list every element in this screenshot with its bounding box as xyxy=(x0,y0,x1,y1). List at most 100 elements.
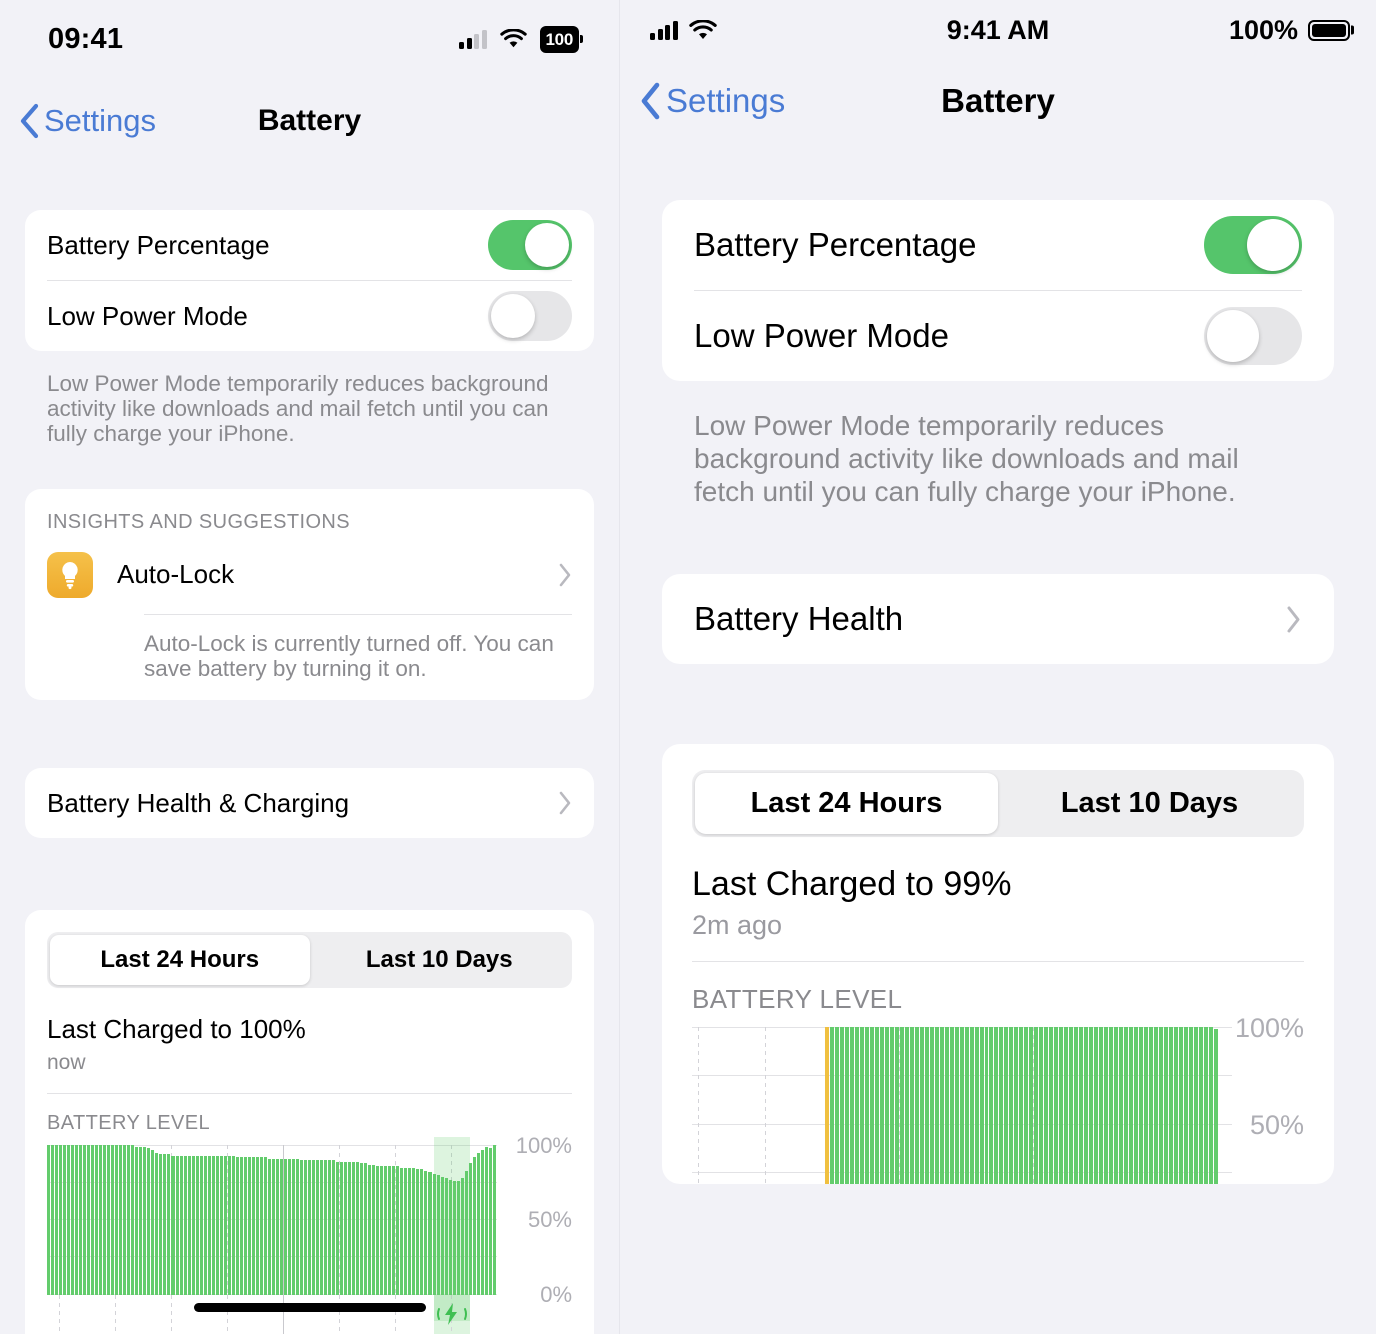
battery-percentage-toggle[interactable] xyxy=(488,220,572,270)
battery-level-bar xyxy=(914,1027,919,1185)
battery-percentage-toggle[interactable] xyxy=(1204,216,1302,274)
battery-level-bar xyxy=(1153,1027,1158,1185)
battery-level-bar xyxy=(267,1158,271,1296)
battery-level-bar xyxy=(1134,1027,1139,1185)
battery-level-bar xyxy=(874,1027,879,1185)
battery-level-bar xyxy=(227,1155,231,1296)
battery-level-bar xyxy=(1144,1027,1148,1185)
battery-level-bar xyxy=(231,1155,235,1296)
battery-level-bar xyxy=(344,1161,348,1296)
back-button[interactable]: Settings xyxy=(638,80,785,122)
battery-level-bar xyxy=(488,1148,492,1296)
right-nav-bar: Settings Battery xyxy=(620,60,1376,142)
battery-level-bar xyxy=(1213,1029,1218,1185)
ytick-100: 100% xyxy=(515,1133,572,1159)
battery-level-bar xyxy=(392,1166,396,1296)
battery-level-bar xyxy=(123,1145,127,1296)
battery-level-bar xyxy=(356,1161,360,1296)
low-power-footnote: Low Power Mode temporarily reduces backg… xyxy=(694,410,1239,508)
battery-level-bar xyxy=(829,1027,834,1185)
battery-level-bar xyxy=(1014,1027,1019,1185)
battery-level-bar xyxy=(384,1166,388,1296)
battery-level-bar xyxy=(1203,1027,1208,1185)
battery-level-bar xyxy=(954,1027,959,1185)
auto-lock-row[interactable]: Auto-Lock xyxy=(25,546,594,604)
battery-level-bar xyxy=(1163,1027,1168,1185)
low-power-mode-label: Low Power Mode xyxy=(694,317,949,354)
segment-last-10-days[interactable]: Last 10 Days xyxy=(310,935,570,985)
battery-level-bar xyxy=(75,1145,79,1296)
battery-level-bar xyxy=(412,1167,416,1296)
battery-level-bar xyxy=(275,1158,279,1296)
battery-level-bar xyxy=(894,1027,899,1185)
left-time-range-segmented-control[interactable]: Last 24 Hours Last 10 Days xyxy=(47,932,572,989)
right-status-bar: 9:41 AM 100% xyxy=(620,0,1376,60)
low-power-mode-row[interactable]: Low Power Mode xyxy=(662,291,1334,381)
ytick-100: 100% xyxy=(1234,1013,1304,1044)
battery-level-bar xyxy=(352,1161,356,1296)
segment-last-24-hours[interactable]: Last 24 Hours xyxy=(50,935,310,986)
battery-level-bar xyxy=(1059,1027,1064,1185)
low-power-mode-toggle[interactable] xyxy=(488,291,572,341)
battery-level-bar xyxy=(1084,1027,1089,1185)
low-power-mode-row[interactable]: Low Power Mode xyxy=(25,281,594,351)
battery-level-bar xyxy=(899,1027,904,1185)
battery-percentage-row[interactable]: Battery Percentage xyxy=(662,200,1334,290)
battery-health-charging-card[interactable]: Battery Health & Charging xyxy=(25,768,594,839)
battery-level-bar xyxy=(1148,1027,1153,1185)
battery-level-bar xyxy=(299,1160,303,1296)
usage-divider xyxy=(47,1093,572,1095)
battery-percent-label: 100% xyxy=(1228,14,1298,45)
battery-level-bar xyxy=(312,1160,316,1296)
battery-percentage-row[interactable]: Battery Percentage xyxy=(25,210,594,280)
battery-level-bar xyxy=(1114,1027,1119,1185)
right-battery-level-label: BATTERY LEVEL xyxy=(692,984,903,1015)
battery-level-bar xyxy=(103,1145,107,1296)
battery-level-bar xyxy=(424,1170,428,1296)
battery-level-bar xyxy=(999,1027,1004,1185)
battery-level-bar xyxy=(448,1179,452,1296)
right-toggles-card: Battery Percentage Low Power Mode xyxy=(662,200,1334,381)
battery-level-bar xyxy=(175,1155,179,1296)
battery-level-bar xyxy=(67,1145,71,1296)
right-time-range-segmented-control[interactable]: Last 24 Hours Last 10 Days xyxy=(692,770,1304,838)
battery-health-charging-row[interactable]: Battery Health & Charging xyxy=(25,768,594,838)
battery-level-bar xyxy=(151,1149,155,1296)
battery-level-bar xyxy=(304,1160,308,1296)
home-indicator xyxy=(193,1303,426,1312)
low-power-mode-toggle[interactable] xyxy=(1204,307,1302,365)
battery-level-bar xyxy=(1099,1027,1104,1185)
battery-level-bar xyxy=(155,1152,159,1296)
battery-level-bar xyxy=(1183,1027,1188,1185)
battery-level-bar xyxy=(432,1173,436,1296)
battery-level-bar xyxy=(187,1155,191,1296)
chevron-left-icon xyxy=(20,103,39,139)
cellular-signal-icon xyxy=(459,29,487,49)
segment-last-24-hours[interactable]: Last 24 Hours xyxy=(695,773,998,835)
battery-health-row[interactable]: Battery Health xyxy=(662,574,1334,664)
battery-level-bar xyxy=(83,1145,87,1296)
battery-level-bar xyxy=(1019,1027,1024,1185)
battery-level-bar xyxy=(336,1161,340,1296)
battery-level-bar xyxy=(279,1158,283,1296)
battery-level-bar xyxy=(179,1155,183,1296)
battery-level-bar xyxy=(59,1145,63,1296)
battery-level-bar xyxy=(1034,1027,1039,1185)
battery-level-bar xyxy=(1094,1027,1099,1185)
battery-level-bar xyxy=(63,1145,67,1296)
battery-level-bar xyxy=(259,1157,263,1296)
battery-level-bar xyxy=(1049,1027,1054,1185)
battery-health-card[interactable]: Battery Health xyxy=(662,574,1334,665)
battery-full-icon xyxy=(1308,19,1350,41)
battery-level-bar xyxy=(199,1155,203,1296)
battery-level-bar xyxy=(360,1163,364,1296)
back-button[interactable]: Settings xyxy=(18,102,156,140)
charging-bolt-icon xyxy=(437,1303,467,1326)
last-charged-time: 2m ago xyxy=(692,910,783,941)
chevron-right-icon xyxy=(559,563,571,586)
battery-level-bar xyxy=(1119,1027,1124,1185)
battery-level-bar xyxy=(163,1154,167,1296)
battery-level-bar xyxy=(929,1027,934,1185)
segment-last-10-days[interactable]: Last 10 Days xyxy=(998,773,1301,834)
last-charged-time: now xyxy=(47,1051,86,1075)
